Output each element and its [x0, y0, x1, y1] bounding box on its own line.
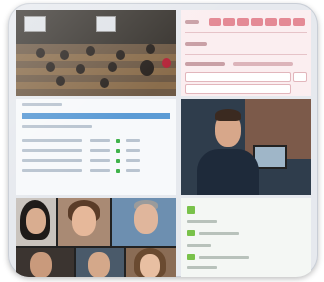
form-chip — [293, 18, 305, 26]
seat-row — [16, 82, 176, 89]
table-caption — [22, 125, 92, 128]
table-cell — [90, 149, 110, 152]
form-input — [185, 72, 291, 82]
status-indicator — [116, 169, 120, 173]
list-item — [187, 266, 217, 269]
table-header-bar — [22, 113, 170, 119]
audience-member — [146, 44, 155, 54]
audience-member — [140, 60, 154, 76]
faces-collage — [16, 198, 176, 277]
presenter-hair — [215, 109, 241, 121]
audience-member — [100, 78, 109, 88]
face-cell — [58, 198, 110, 246]
form-label — [185, 42, 207, 46]
audience-member — [86, 46, 95, 56]
list-item — [199, 232, 239, 235]
audience-member — [76, 64, 85, 74]
status-indicator — [116, 159, 120, 163]
face — [140, 254, 160, 277]
audience-member — [116, 50, 125, 60]
table-row — [22, 169, 82, 172]
audience-member — [162, 58, 171, 68]
form-chip — [223, 18, 235, 26]
projector-screen — [96, 16, 116, 32]
form-divider — [185, 32, 307, 33]
collage-thumbnail[interactable] — [8, 3, 318, 277]
form-divider — [185, 54, 307, 55]
audience-member — [36, 48, 45, 58]
table-cell — [126, 149, 140, 152]
face — [88, 252, 110, 277]
table-cell — [126, 169, 140, 172]
list-item — [187, 220, 217, 223]
table-cell — [126, 159, 140, 162]
audience-member — [46, 62, 55, 72]
pink-form-screenshot — [181, 10, 311, 96]
table-cell — [126, 139, 140, 142]
audience-member — [56, 76, 65, 86]
list-marker — [187, 230, 195, 236]
form-chip — [265, 18, 277, 26]
presenter-body — [197, 149, 259, 195]
audience-member — [108, 62, 117, 72]
face — [26, 208, 46, 234]
form-input — [185, 84, 291, 94]
face-cell — [76, 248, 124, 277]
form-chip — [237, 18, 249, 26]
lecture-hall-photo — [16, 10, 176, 96]
green-list-screenshot — [181, 198, 311, 277]
form-chip — [279, 18, 291, 26]
form-label — [185, 62, 225, 66]
presenter-photo — [181, 99, 311, 195]
table-page-screenshot — [16, 99, 176, 195]
face-cell — [16, 248, 74, 277]
face-cell — [16, 198, 56, 246]
table-cell — [90, 159, 110, 162]
face-cell — [112, 198, 176, 246]
form-label — [185, 20, 199, 24]
list-marker — [187, 206, 195, 214]
form-button — [293, 72, 307, 82]
audience-member — [60, 50, 69, 60]
list-item — [187, 244, 211, 247]
form-chip — [251, 18, 263, 26]
face-cell — [126, 248, 176, 277]
page-heading — [22, 103, 62, 106]
table-row — [22, 149, 82, 152]
form-chip — [209, 18, 221, 26]
face — [134, 204, 158, 234]
table-cell — [90, 139, 110, 142]
projector-screen — [24, 16, 46, 32]
face — [72, 206, 96, 236]
list-marker — [187, 254, 195, 260]
table-row — [22, 159, 82, 162]
list-item — [199, 256, 249, 259]
table-row — [22, 139, 82, 142]
table-cell — [90, 169, 110, 172]
face — [30, 252, 52, 277]
status-indicator — [116, 149, 120, 153]
form-label — [233, 62, 293, 66]
status-indicator — [116, 139, 120, 143]
